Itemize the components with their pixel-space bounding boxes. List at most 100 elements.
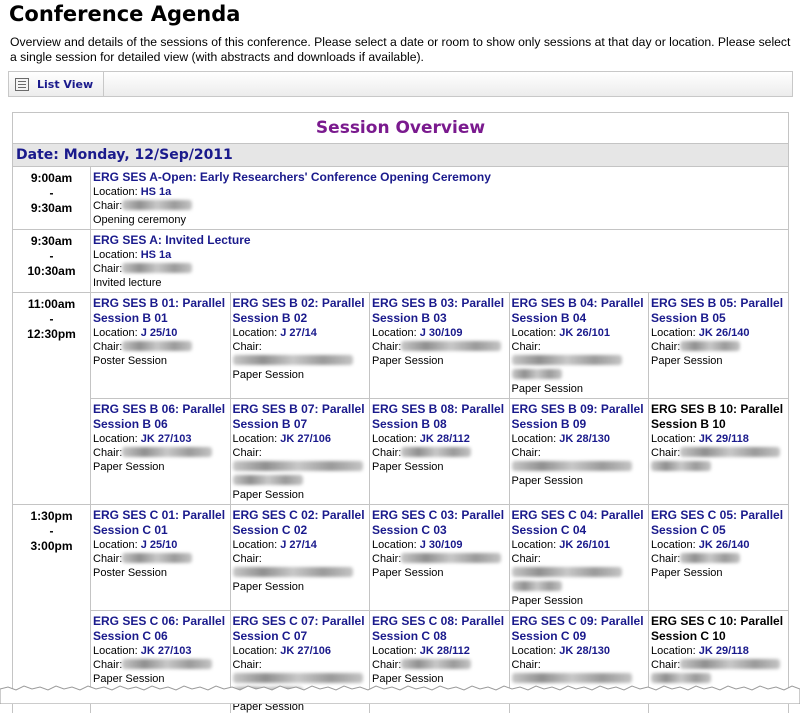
- location-label: Location:: [512, 539, 557, 551]
- session-title-link[interactable]: ERG SES A-Open: Early Researchers' Confe…: [93, 170, 786, 185]
- session-title-link[interactable]: ERG SES B 09: Parallel Session B 09: [512, 402, 647, 432]
- location-link[interactable]: JK 28/112: [420, 433, 470, 445]
- session-title-link[interactable]: ERG SES B 03: Parallel Session B 03: [372, 296, 507, 326]
- agenda-row: 11:00am-12:30pmERG SES B 01: Parallel Se…: [13, 293, 788, 399]
- session-title-link[interactable]: ERG SES B 05: Parallel Session B 05: [651, 296, 786, 326]
- session-title-link[interactable]: ERG SES B 02: Parallel Session B 02: [233, 296, 368, 326]
- chair-label: Chair:: [93, 263, 122, 275]
- chair-label: Chair:: [93, 341, 122, 353]
- session-chair: Chair:: [93, 340, 228, 354]
- location-link[interactable]: J 27/14: [280, 539, 317, 551]
- session-type: Paper Session: [651, 354, 786, 368]
- location-link[interactable]: JK 28/130: [559, 433, 610, 445]
- location-link[interactable]: J 30/109: [420, 539, 463, 551]
- session-location: Location: HS 1a: [93, 185, 786, 199]
- location-link[interactable]: JK 29/118: [699, 645, 749, 657]
- location-link[interactable]: JK 26/101: [559, 539, 610, 551]
- location-link[interactable]: J 30/109: [420, 327, 463, 339]
- session-title-link[interactable]: ERG SES C 04: Parallel Session C 04: [512, 508, 647, 538]
- location-label: Location:: [233, 539, 278, 551]
- session-title-link[interactable]: ERG SES C 06: Parallel Session C 06: [93, 614, 228, 644]
- session-location: Location: JK 29/118: [651, 644, 786, 658]
- location-link[interactable]: HS 1a: [141, 249, 172, 261]
- session-overview: Session Overview Date: Monday, 12/Sep/20…: [12, 112, 789, 713]
- session-title-link[interactable]: ERG SES C 07: Parallel Session C 07: [233, 614, 368, 644]
- time-end: 3:00pm: [15, 539, 88, 554]
- session-location: Location: JK 27/106: [233, 644, 368, 658]
- session-title-link[interactable]: ERG SES B 01: Parallel Session B 01: [93, 296, 228, 326]
- location-label: Location:: [93, 186, 138, 198]
- chair-label: Chair:: [372, 341, 401, 353]
- session-type: Paper Session: [93, 460, 228, 474]
- date-header[interactable]: Date: Monday, 12/Sep/2011: [13, 144, 788, 167]
- location-link[interactable]: JK 26/101: [559, 327, 610, 339]
- session-type: Paper Session: [372, 460, 507, 474]
- redacted-chair-name: [512, 461, 632, 471]
- session-title-link[interactable]: ERG SES B 07: Parallel Session B 07: [233, 402, 368, 432]
- location-link[interactable]: JK 27/106: [280, 645, 331, 657]
- redacted-chair-name: [651, 461, 711, 471]
- session-chair: Chair:: [93, 658, 228, 672]
- session-location: Location: JK 28/112: [372, 432, 507, 446]
- session-type: Opening ceremony: [93, 213, 786, 227]
- session-title-link[interactable]: ERG SES B 04: Parallel Session B 04: [512, 296, 647, 326]
- chair-label: Chair:: [372, 659, 401, 671]
- location-link[interactable]: JK 28/130: [559, 645, 610, 657]
- location-link[interactable]: JK 29/118: [699, 433, 749, 445]
- session-title-link[interactable]: ERG SES C 05: Parallel Session C 05: [651, 508, 786, 538]
- location-label: Location:: [651, 645, 696, 657]
- session-cell: ERG SES C 02: Parallel Session C 02Locat…: [230, 505, 370, 611]
- location-link[interactable]: JK 27/103: [141, 645, 192, 657]
- chair-label: Chair:: [233, 341, 262, 353]
- redacted-chair-name: [122, 263, 192, 273]
- session-location: Location: JK 27/103: [93, 432, 228, 446]
- session-location: Location: JK 26/140: [651, 538, 786, 552]
- location-link[interactable]: J 25/10: [141, 539, 178, 551]
- chair-label: Chair:: [512, 341, 541, 353]
- location-link[interactable]: HS 1a: [141, 186, 172, 198]
- session-type: Paper Session: [372, 566, 507, 580]
- chair-label: Chair:: [651, 447, 680, 459]
- session-type: Paper Session: [372, 354, 507, 368]
- session-title-link[interactable]: ERG SES C 03: Parallel Session C 03: [372, 508, 507, 538]
- page-intro: Overview and details of the sessions of …: [10, 35, 795, 65]
- session-cell: ERG SES C 04: Parallel Session C 04Locat…: [509, 505, 649, 611]
- time-separator: -: [15, 249, 88, 264]
- session-type: Paper Session: [512, 382, 647, 396]
- session-cell: ERG SES A: Invited LectureLocation: HS 1…: [91, 230, 789, 293]
- session-title-link: ERG SES C 10: Parallel Session C 10: [651, 614, 786, 644]
- session-chair: Chair:: [651, 340, 786, 354]
- session-cell: ERG SES B 02: Parallel Session B 02Locat…: [230, 293, 370, 399]
- time-separator: -: [15, 524, 88, 539]
- session-title-link[interactable]: ERG SES B 06: Parallel Session B 06: [93, 402, 228, 432]
- list-view-button[interactable]: List View: [9, 72, 104, 96]
- session-title-link[interactable]: ERG SES A: Invited Lecture: [93, 233, 786, 248]
- time-end: 12:30pm: [15, 327, 88, 342]
- list-icon: [15, 78, 29, 91]
- location-label: Location:: [93, 433, 138, 445]
- redacted-chair-name: [401, 553, 501, 563]
- session-title-link[interactable]: ERG SES C 01: Parallel Session C 01: [93, 508, 228, 538]
- session-title-link: ERG SES B 10: Parallel Session B 10: [651, 402, 786, 432]
- chair-label: Chair:: [651, 341, 680, 353]
- session-title-link[interactable]: ERG SES B 08: Parallel Session B 08: [372, 402, 507, 432]
- location-link[interactable]: J 25/10: [141, 327, 178, 339]
- location-label: Location:: [93, 327, 138, 339]
- session-title-link[interactable]: ERG SES C 08: Parallel Session C 08: [372, 614, 507, 644]
- location-link[interactable]: JK 27/106: [280, 433, 331, 445]
- session-location: Location: JK 26/101: [512, 538, 647, 552]
- time-start: 9:30am: [15, 234, 88, 249]
- redacted-chair-name: [401, 447, 471, 457]
- chair-label: Chair:: [651, 553, 680, 565]
- location-link[interactable]: JK 26/140: [699, 539, 750, 551]
- location-link[interactable]: J 27/14: [280, 327, 317, 339]
- session-location: Location: JK 27/106: [233, 432, 368, 446]
- location-link[interactable]: JK 28/112: [420, 645, 470, 657]
- session-location: Location: JK 26/140: [651, 326, 786, 340]
- session-title-link[interactable]: ERG SES C 09: Parallel Session C 09: [512, 614, 647, 644]
- session-title-link[interactable]: ERG SES C 02: Parallel Session C 02: [233, 508, 368, 538]
- redacted-chair-name: [233, 355, 353, 365]
- location-link[interactable]: JK 26/140: [699, 327, 750, 339]
- location-link[interactable]: JK 27/103: [141, 433, 192, 445]
- session-location: Location: J 27/14: [233, 326, 368, 340]
